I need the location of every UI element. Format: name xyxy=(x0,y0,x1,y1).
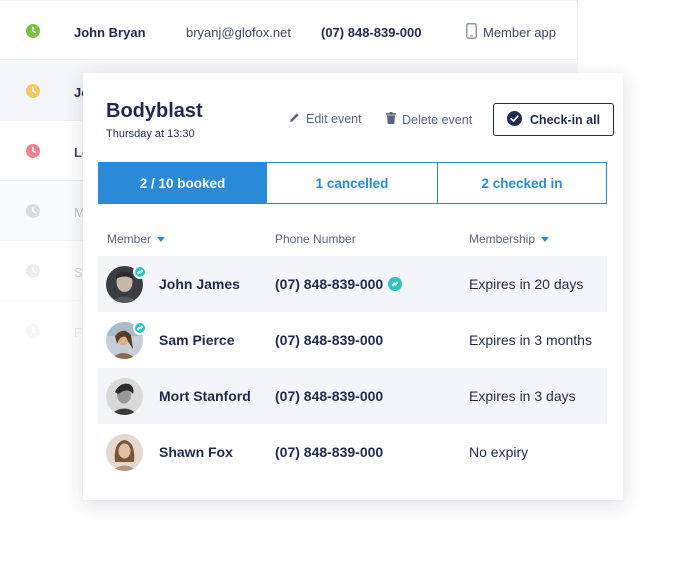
link-icon xyxy=(133,265,147,279)
clock-status-icon xyxy=(26,324,40,338)
clock-status-icon xyxy=(26,264,40,278)
member-name: John Bryan xyxy=(74,25,146,40)
delete-event-label: Delete event xyxy=(402,112,473,127)
phone-column-header: Phone Number xyxy=(275,232,356,246)
table-row[interactable]: Shawn Fox (07) 848-839-000 No expiry xyxy=(98,424,607,480)
booking-tabs: 2 / 10 booked 1 cancelled 2 checked in xyxy=(98,162,607,204)
member-name[interactable]: Sam Pierce xyxy=(159,332,235,348)
clock-status-icon xyxy=(26,24,40,38)
sort-caret-icon xyxy=(541,236,550,242)
edit-event-label: Edit event xyxy=(306,112,362,126)
member-phone: (07) 848-839-000 xyxy=(275,444,383,460)
member-phone: (07) 848-839-000 xyxy=(275,388,383,404)
membership-status: No expiry xyxy=(469,444,529,460)
membership-column-header[interactable]: Membership xyxy=(469,232,550,246)
trash-icon xyxy=(386,112,396,127)
membership-status: Expires in 3 days xyxy=(469,388,576,404)
link-icon xyxy=(388,277,403,291)
pencil-icon xyxy=(289,112,300,126)
member-phone-text: (07) 848-839-000 xyxy=(275,444,384,460)
member-phone: (07) 848-839-000 xyxy=(275,332,383,348)
event-title: Bodyblast xyxy=(106,100,203,122)
tab-checked-in[interactable]: 2 checked in xyxy=(438,162,607,204)
link-icon xyxy=(133,321,147,335)
tab-cancelled[interactable]: 1 cancelled xyxy=(267,162,438,204)
membership-status: Expires in 20 days xyxy=(469,276,584,292)
member-name[interactable]: John James xyxy=(159,276,240,292)
check-in-all-label: Check-in all xyxy=(529,112,601,127)
member-email: bryanj@glofox.net xyxy=(186,25,291,40)
check-circle-icon xyxy=(506,110,522,129)
member-name: F xyxy=(74,325,82,340)
member-column-label: Member xyxy=(107,232,152,246)
mobile-phone-icon xyxy=(466,23,477,44)
delete-event-button[interactable]: Delete event xyxy=(386,112,472,127)
clock-status-icon xyxy=(26,204,40,218)
member-phone-text: (07) 848-839-000 xyxy=(275,332,384,348)
sort-caret-icon xyxy=(157,236,166,242)
event-time: Thursday at 13:30 xyxy=(106,128,195,140)
table-row[interactable]: Sam Pierce (07) 848-839-000 Expires in 3… xyxy=(98,312,607,368)
membership-status: Expires in 3 months xyxy=(469,332,592,348)
table-row[interactable]: John James (07) 848-839-000 Expires in 2… xyxy=(98,256,607,312)
membership-column-label: Membership xyxy=(469,232,536,246)
avatar-woman-brown-icon[interactable] xyxy=(106,434,143,471)
edit-event-button[interactable]: Edit event xyxy=(289,112,362,126)
phone-column-label: Phone Number xyxy=(275,232,356,246)
check-in-all-button[interactable]: Check-in all xyxy=(493,103,614,136)
clock-status-icon xyxy=(26,144,40,158)
member-phone-text: (07) 848-839-000 xyxy=(275,388,384,404)
member-phone-text: (07) 848-839-000 xyxy=(275,276,384,292)
member-column-header[interactable]: Member xyxy=(107,232,166,246)
member-phone: (07) 848-839-000 xyxy=(275,276,403,292)
event-card: Bodyblast Thursday at 13:30 Edit event D… xyxy=(83,73,623,500)
member-name[interactable]: Shawn Fox xyxy=(159,444,233,460)
member-name[interactable]: Mort Stanford xyxy=(159,388,251,404)
tab-booked[interactable]: 2 / 10 booked xyxy=(98,162,267,204)
avatar-man-bw-icon[interactable] xyxy=(106,378,143,415)
table-row[interactable]: Mort Stanford (07) 848-839-000 Expires i… xyxy=(98,368,607,424)
device-label: Member app xyxy=(483,25,556,40)
member-phone: (07) 848-839-000 xyxy=(321,25,422,40)
member-table: John James (07) 848-839-000 Expires in 2… xyxy=(98,256,607,480)
list-item[interactable]: John Bryan bryanj@glofox.net (07) 848-83… xyxy=(0,0,578,60)
clock-status-icon xyxy=(26,84,40,98)
